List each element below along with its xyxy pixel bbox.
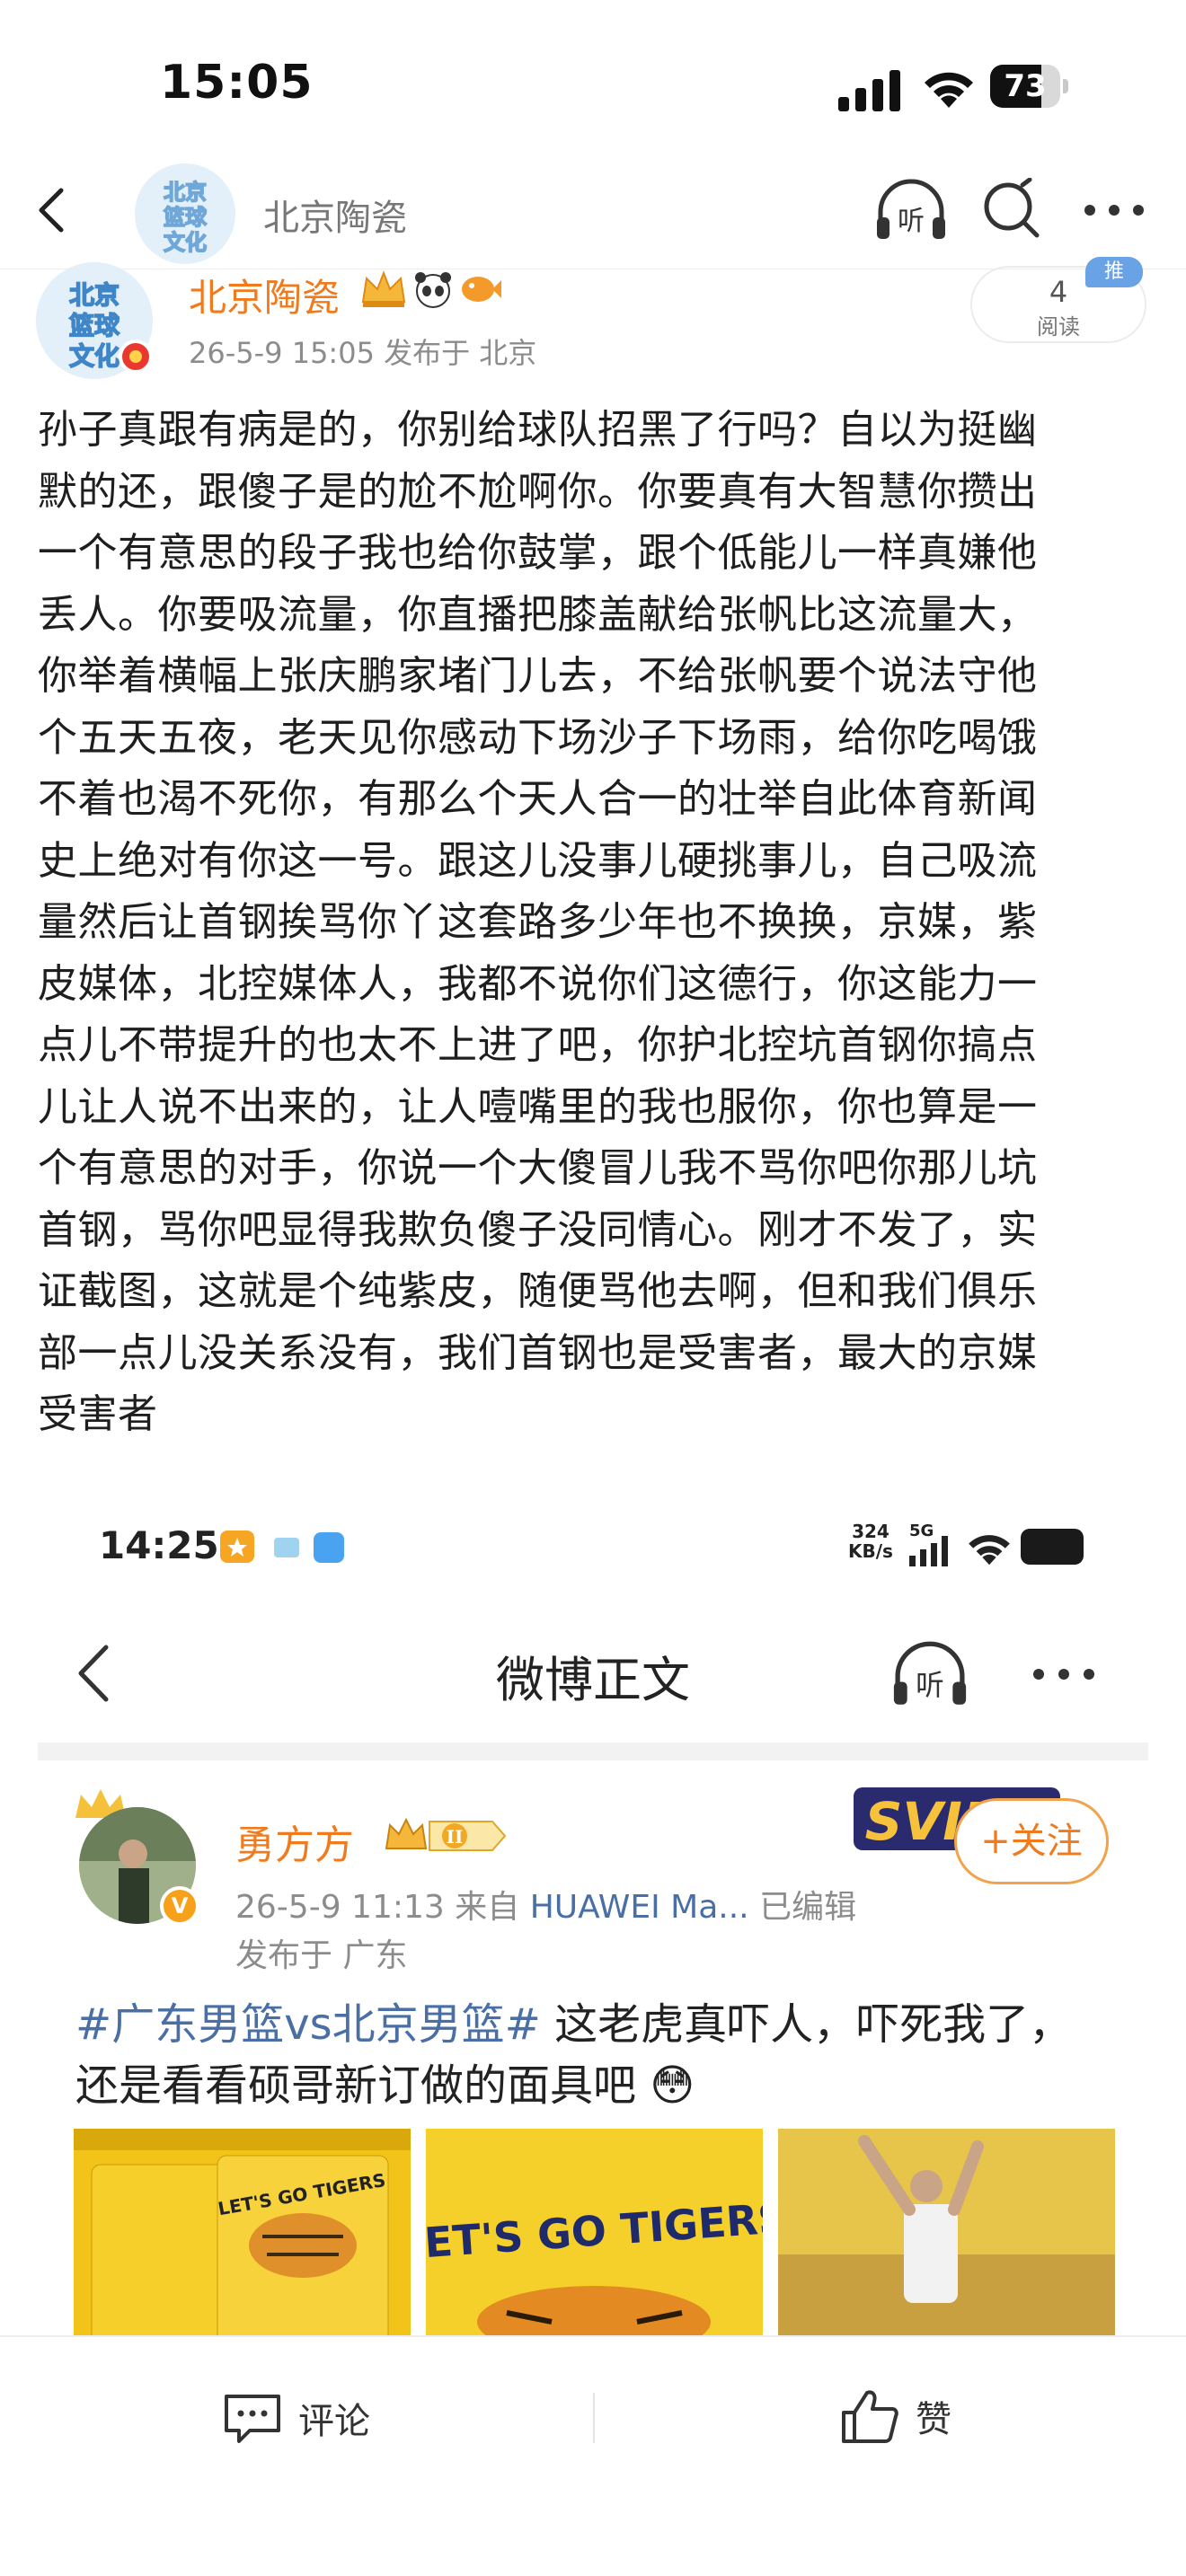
level-badge: II xyxy=(385,1817,507,1851)
post-line: 史上绝对有你这一号。跟这儿没事儿硬挑事儿，自己吸流 xyxy=(38,837,1038,884)
blush-emoji-icon: 😳 xyxy=(650,2060,695,2111)
listen-headphones-icon[interactable]: 听 xyxy=(873,178,949,243)
post-body: 孙子真跟有病是的，你别给球队招黑了行吗？自以为挺幽 默的还，跟傻子是的尬不尬啊你… xyxy=(38,400,1152,1446)
photo-thumbnail[interactable] xyxy=(778,2129,1115,2335)
svg-text:篮球: 篮球 xyxy=(163,205,208,230)
svg-text:篮球: 篮球 xyxy=(68,311,120,340)
fish-badge-icon xyxy=(462,277,501,302)
bottom-action-bar: 评论 赞 xyxy=(0,2335,1186,2576)
listen-headphones-icon[interactable]: 听 xyxy=(890,1640,970,1708)
svg-text:北京: 北京 xyxy=(164,180,207,205)
more-options-icon[interactable] xyxy=(1030,1663,1098,1685)
svg-text:文化: 文化 xyxy=(69,341,119,371)
post-line: 皮媒体，北控媒体人，我都不说你们这德行，你这能力一 xyxy=(38,960,1038,1007)
battery-icon xyxy=(1021,1529,1084,1565)
embedded-author-name[interactable]: 勇方方 xyxy=(235,1813,354,1870)
nav-avatar[interactable]: 北京 篮球 文化 xyxy=(135,163,235,264)
post-line: 个五天五夜，老天见你感动下场沙子下场雨，给你吃喝饿 xyxy=(38,714,1038,761)
post-line: 点儿不带提升的也太不上进了吧，你护北控坑首钢你搞点 xyxy=(38,1022,1038,1068)
verified-badge-icon xyxy=(119,340,153,374)
crown-badge-icon xyxy=(361,270,406,307)
post-line: 不着也渴不死你，有那么个天人合一的壮举自此体育新闻 xyxy=(38,776,1038,822)
battery-icon: 73 xyxy=(990,65,1068,108)
user-badges xyxy=(361,270,501,308)
embedded-text-line1: 这老虎真吓人，吓死我了， xyxy=(540,1999,1073,2050)
more-options-icon[interactable] xyxy=(1083,201,1146,219)
net-speed-value: 324 xyxy=(852,1521,890,1542)
notification-icons xyxy=(220,1531,344,1563)
listen-label: 听 xyxy=(898,206,925,237)
promo-tag: 推 xyxy=(1085,257,1143,287)
photo-grid: LET'S GO TIGERS LET'S GO TIGERS xyxy=(74,2129,1116,2335)
cellular-signal-icon xyxy=(838,70,900,111)
post-line: 量然后让首钢挨骂你丫这套路多少年也不换换，京媒，紫 xyxy=(38,899,1038,945)
section-divider xyxy=(38,1742,1148,1760)
embedded-text-line2: 还是看看硕哥新订做的面具吧 xyxy=(75,2060,637,2111)
embedded-post-text: #广东男篮vs北京男篮# 这老虎真吓人，吓死我了， 还是看看硕哥新订做的面具吧 … xyxy=(75,1994,1136,2116)
level-text: II xyxy=(447,1826,464,1848)
comment-icon xyxy=(225,2395,280,2443)
vip-badge-icon: V xyxy=(160,1886,199,1926)
embedded-page-title: 微博正文 xyxy=(496,1652,690,1708)
post-line: 默的还，跟傻子是的尬不尬啊你。你要真有大智慧你攒出 xyxy=(38,468,1038,515)
post-line: 受害者 xyxy=(38,1391,158,1437)
post-line: 部一点儿没关系没有，我们首钢也是受害者，最大的京媒 xyxy=(38,1329,1038,1376)
back-arrow-icon[interactable] xyxy=(25,183,79,237)
thumbs-up-icon xyxy=(842,2390,898,2443)
avatar-logo-icon: 北京 篮球 文化 xyxy=(135,163,235,264)
author-name[interactable]: 北京陶瓷 xyxy=(189,268,340,322)
post-meta: 26-5-9 15:05 发布于 北京 xyxy=(189,336,537,370)
status-time: 15:05 xyxy=(160,56,314,110)
net-speed-unit: KB/s xyxy=(848,1540,893,1562)
embedded-time: 14:25 xyxy=(99,1523,219,1567)
photo-thumbnail[interactable]: LET'S GO TIGERS xyxy=(74,2129,411,2335)
follow-button[interactable]: +关注 xyxy=(954,1798,1109,1884)
like-button[interactable]: 赞 xyxy=(840,2387,951,2445)
top-nav-bar: 北京 篮球 文化 北京陶瓷 听 xyxy=(0,153,1186,269)
post-line: 孙子真跟有病是的，你别给球队招黑了行吗？自以为挺幽 xyxy=(38,407,1038,453)
cellular-signal-icon xyxy=(909,1536,948,1566)
embedded-meta-device[interactable]: HUAWEI Ma... xyxy=(530,1889,749,1926)
like-label: 赞 xyxy=(916,2399,951,2440)
nav-title: 北京陶瓷 xyxy=(263,198,407,239)
svg-text:文化: 文化 xyxy=(164,230,207,255)
embedded-screenshot[interactable]: 14:25 324 KB/s 5G 微博正文 听 V 勇方方 II 26-5-9… xyxy=(0,1473,1186,2335)
comment-label: 评论 xyxy=(298,2401,370,2442)
listen-label: 听 xyxy=(916,1670,944,1702)
divider xyxy=(593,2393,595,2443)
photo-thumbnail[interactable]: LET'S GO TIGERS xyxy=(426,2129,763,2335)
embedded-location: 发布于 广东 xyxy=(235,1937,408,1974)
hashtag-link[interactable]: #广东男篮vs北京男篮# xyxy=(75,1999,541,2050)
post-line: 证截图，这就是个纯紫皮，随便骂他去啊，但和我们俱乐 xyxy=(38,1268,1038,1314)
post-line: 首钢，骂你吧显得我欺负傻子没同情心。刚才不发了，实 xyxy=(38,1206,1038,1253)
read-label: 阅读 xyxy=(1037,314,1080,340)
status-bar: 15:05 73 xyxy=(0,0,1186,153)
wifi-icon xyxy=(969,1535,1010,1566)
post-line: 个有意思的对手，你说一个大傻冒儿我不骂你吧你那儿坑 xyxy=(38,1145,1038,1191)
embedded-meta-edited: 已编辑 xyxy=(748,1889,857,1926)
post-line: 你举着横幅上张庆鹏家堵门儿去，不给张帆要个说法守他 xyxy=(38,653,1038,699)
svg-text:北京: 北京 xyxy=(69,280,119,310)
battery-level: 73 xyxy=(1004,68,1047,104)
wifi-icon xyxy=(925,72,973,108)
post-line: 儿让人说不出来的，让人噎嘴里的我也服你，你也算是一 xyxy=(38,1083,1038,1130)
comment-button[interactable]: 评论 xyxy=(223,2391,370,2445)
embedded-meta: 26-5-9 11:13 来自 HUAWEI Ma... 已编辑 xyxy=(235,1881,856,1928)
search-icon[interactable] xyxy=(979,178,1044,243)
panda-badge-icon xyxy=(415,272,451,308)
post-line: 丢人。你要吸流量，你直播把膝盖献给张帆比这流量大， xyxy=(38,591,1038,638)
post-line: 一个有意思的段子我也给你鼓掌，跟个低能儿一样真嫌他 xyxy=(38,530,1038,576)
net-speed: 324 KB/s xyxy=(848,1522,893,1561)
embedded-meta-time: 26-5-9 11:13 来自 xyxy=(235,1889,530,1926)
